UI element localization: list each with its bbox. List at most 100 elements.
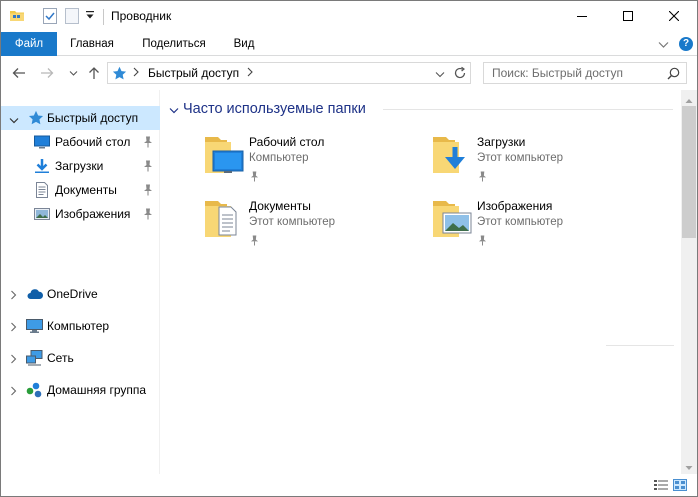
sidebar-item-label: Быстрый доступ [47, 111, 139, 125]
up-arrow-icon[interactable] [87, 65, 101, 84]
maximize-button[interactable] [605, 1, 651, 31]
title-divider [103, 9, 104, 25]
pin-icon [478, 171, 487, 185]
breadcrumb-quick-access[interactable]: Быстрый доступ [148, 66, 239, 80]
sidebar-item-label: Документы [55, 183, 117, 197]
folder-icon[interactable] [9, 8, 25, 27]
maximize-icon [623, 11, 633, 21]
folder-location: Компьютер [249, 152, 309, 164]
refresh-icon[interactable] [453, 66, 467, 83]
chevron-right-icon[interactable] [10, 289, 17, 303]
navigation-bar: Быстрый доступ [1, 56, 697, 90]
back-arrow-icon[interactable] [11, 65, 27, 84]
scrollbar-thumb[interactable] [682, 106, 696, 238]
sidebar-item-label: Сеть [47, 351, 74, 365]
details-view-icon[interactable] [654, 479, 668, 494]
address-bar[interactable]: Быстрый доступ [107, 62, 471, 84]
onedrive-icon [27, 287, 44, 304]
sidebar-item-quick-access[interactable]: Быстрый доступ [1, 106, 160, 130]
download-icon [34, 158, 50, 177]
folder-name: Загрузки [477, 135, 526, 149]
downloads-folder-icon [431, 133, 473, 180]
window-title: Проводник [111, 9, 172, 23]
homegroup-icon [26, 382, 43, 401]
title-bar: Проводник [1, 1, 697, 32]
pin-icon [250, 171, 259, 185]
sidebar-item-desktop[interactable]: Рабочий стол [1, 130, 160, 154]
large-icons-view-icon[interactable] [673, 479, 687, 494]
sidebar-item-label: Компьютер [47, 319, 110, 333]
minimize-icon [577, 16, 587, 17]
breadcrumb-chevron-icon[interactable] [246, 66, 254, 81]
folder-tile-downloads[interactable]: Загрузки Этот компьютер [431, 133, 651, 189]
sidebar-item-homegroup[interactable]: Домашняя группа [1, 378, 160, 402]
tab-file[interactable]: Файл [1, 32, 57, 56]
sidebar-item-pictures[interactable]: Изображения [1, 202, 160, 226]
desktop-folder-icon [203, 133, 245, 180]
group-divider [606, 345, 674, 346]
breadcrumb-chevron-icon[interactable] [132, 66, 140, 81]
close-button[interactable] [651, 1, 697, 31]
documents-folder-icon [203, 197, 245, 244]
ribbon-tabs: Файл Главная Поделиться Вид ? [1, 32, 697, 56]
sidebar-item-label: Изображения [55, 207, 131, 221]
sidebar-item-label: Рабочий стол [55, 135, 131, 149]
scroll-down-icon[interactable] [685, 460, 693, 474]
folder-location: Этот компьютер [477, 152, 563, 164]
pin-icon[interactable] [143, 184, 153, 199]
chevron-right-icon[interactable] [10, 321, 17, 335]
forward-arrow-icon[interactable] [39, 65, 55, 84]
folder-tile-documents[interactable]: Документы Этот компьютер [203, 197, 423, 253]
chevron-right-icon[interactable] [10, 385, 17, 399]
quick-access-star-icon [28, 110, 44, 129]
minimize-button[interactable] [559, 1, 605, 31]
folder-name: Изображения [477, 199, 553, 213]
search-box [483, 62, 687, 84]
chevron-down-icon[interactable] [169, 104, 179, 118]
chevron-down-icon[interactable] [9, 114, 19, 128]
help-icon[interactable]: ? [679, 37, 693, 51]
folder-name: Документы [249, 199, 311, 213]
computer-icon [26, 318, 43, 337]
expand-ribbon-icon[interactable] [658, 38, 669, 52]
sidebar-item-label: Загрузки [55, 159, 104, 173]
sidebar-item-documents[interactable]: Документы [1, 178, 160, 202]
search-icon[interactable] [667, 67, 680, 83]
tab-home[interactable]: Главная [63, 32, 121, 56]
close-icon [669, 11, 679, 21]
recent-locations-chevron-icon[interactable] [69, 67, 78, 81]
vertical-scrollbar[interactable] [681, 90, 697, 474]
folder-tile-pictures[interactable]: Изображения Этот компьютер [431, 197, 651, 253]
folder-location: Этот компьютер [249, 216, 335, 228]
sidebar-item-onedrive[interactable]: OneDrive [1, 282, 160, 306]
pin-icon[interactable] [143, 160, 153, 175]
network-icon [26, 350, 43, 369]
desktop-icon [34, 134, 50, 153]
group-divider [383, 109, 673, 110]
chevron-right-icon[interactable] [10, 353, 17, 367]
status-bar [1, 474, 697, 496]
new-folder-icon[interactable] [65, 8, 79, 27]
address-history-chevron-icon[interactable] [435, 68, 445, 82]
sidebar-item-network[interactable]: Сеть [1, 346, 160, 370]
sidebar-item-computer[interactable]: Компьютер [1, 314, 160, 338]
pictures-folder-icon [431, 197, 473, 244]
sidebar-item-downloads[interactable]: Загрузки [1, 154, 160, 178]
sidebar-item-label: OneDrive [47, 287, 98, 301]
group-title: Часто используемые папки [183, 101, 366, 117]
properties-icon[interactable] [43, 8, 57, 27]
customize-quick-access-icon[interactable] [85, 10, 95, 23]
documents-icon [34, 182, 50, 201]
pin-icon [250, 235, 259, 249]
pin-icon[interactable] [143, 208, 153, 223]
tab-view[interactable]: Вид [227, 32, 261, 56]
scroll-up-icon[interactable] [685, 93, 693, 107]
pin-icon [478, 235, 487, 249]
pin-icon[interactable] [143, 136, 153, 151]
folder-tile-desktop[interactable]: Рабочий стол Компьютер [203, 133, 423, 189]
folder-location: Этот компьютер [477, 216, 563, 228]
search-input[interactable] [484, 63, 660, 83]
tab-share[interactable]: Поделиться [131, 32, 217, 56]
explorer-window: Проводник Файл Главная Поделиться Вид ? [0, 0, 698, 497]
content-pane: Часто используемые папки Рабочий стол Ко… [161, 90, 681, 474]
